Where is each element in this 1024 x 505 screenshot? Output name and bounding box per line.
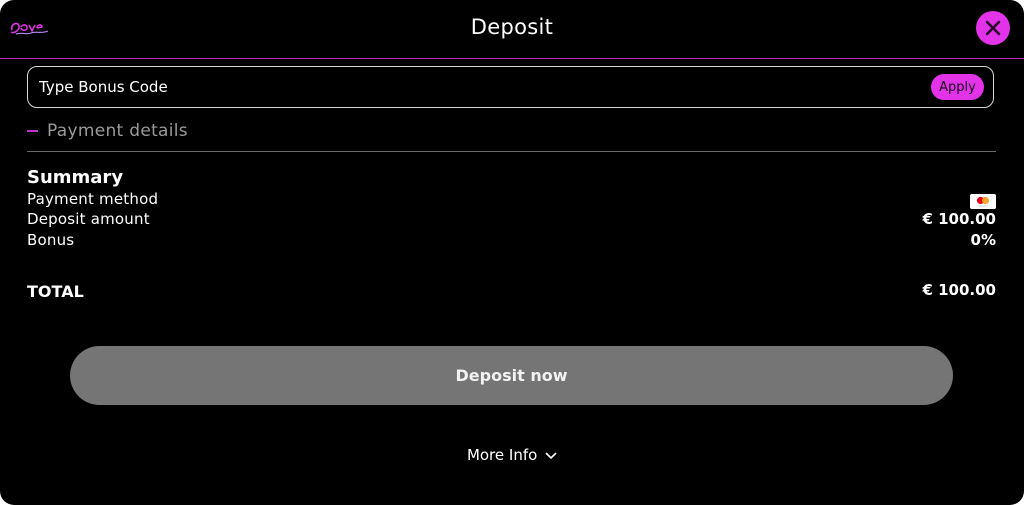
modal-header: Deposit [0, 0, 1024, 59]
mastercard-icon [970, 194, 996, 209]
bonus-code-input[interactable] [39, 75, 899, 99]
deposit-amount-value: € 100.00 [922, 210, 996, 228]
modal-title: Deposit [470, 15, 554, 39]
total-value: € 100.00 [922, 281, 996, 299]
bonus-code-field: Apply [27, 66, 994, 108]
more-info-toggle[interactable]: More Info [0, 446, 1024, 464]
collapse-icon [27, 130, 38, 132]
deposit-modal: Deposit Apply Payment details Summary Pa… [0, 0, 1024, 505]
total-label: TOTAL [27, 282, 84, 301]
payment-details-label: Payment details [47, 121, 188, 141]
bonus-value: 0% [970, 231, 996, 249]
summary-title: Summary [27, 167, 124, 188]
payment-details-toggle[interactable]: Payment details [27, 120, 188, 142]
more-info-label: More Info [466, 446, 538, 464]
divider [27, 151, 996, 152]
apply-button[interactable]: Apply [931, 74, 984, 100]
chevron-down-icon [545, 452, 557, 459]
close-button[interactable] [976, 11, 1010, 45]
deposit-amount-label: Deposit amount [27, 210, 150, 228]
bonus-label: Bonus [27, 231, 75, 249]
payment-method-label: Payment method [27, 190, 159, 208]
deposit-now-button[interactable]: Deposit now [70, 346, 953, 405]
close-icon [985, 20, 1001, 36]
